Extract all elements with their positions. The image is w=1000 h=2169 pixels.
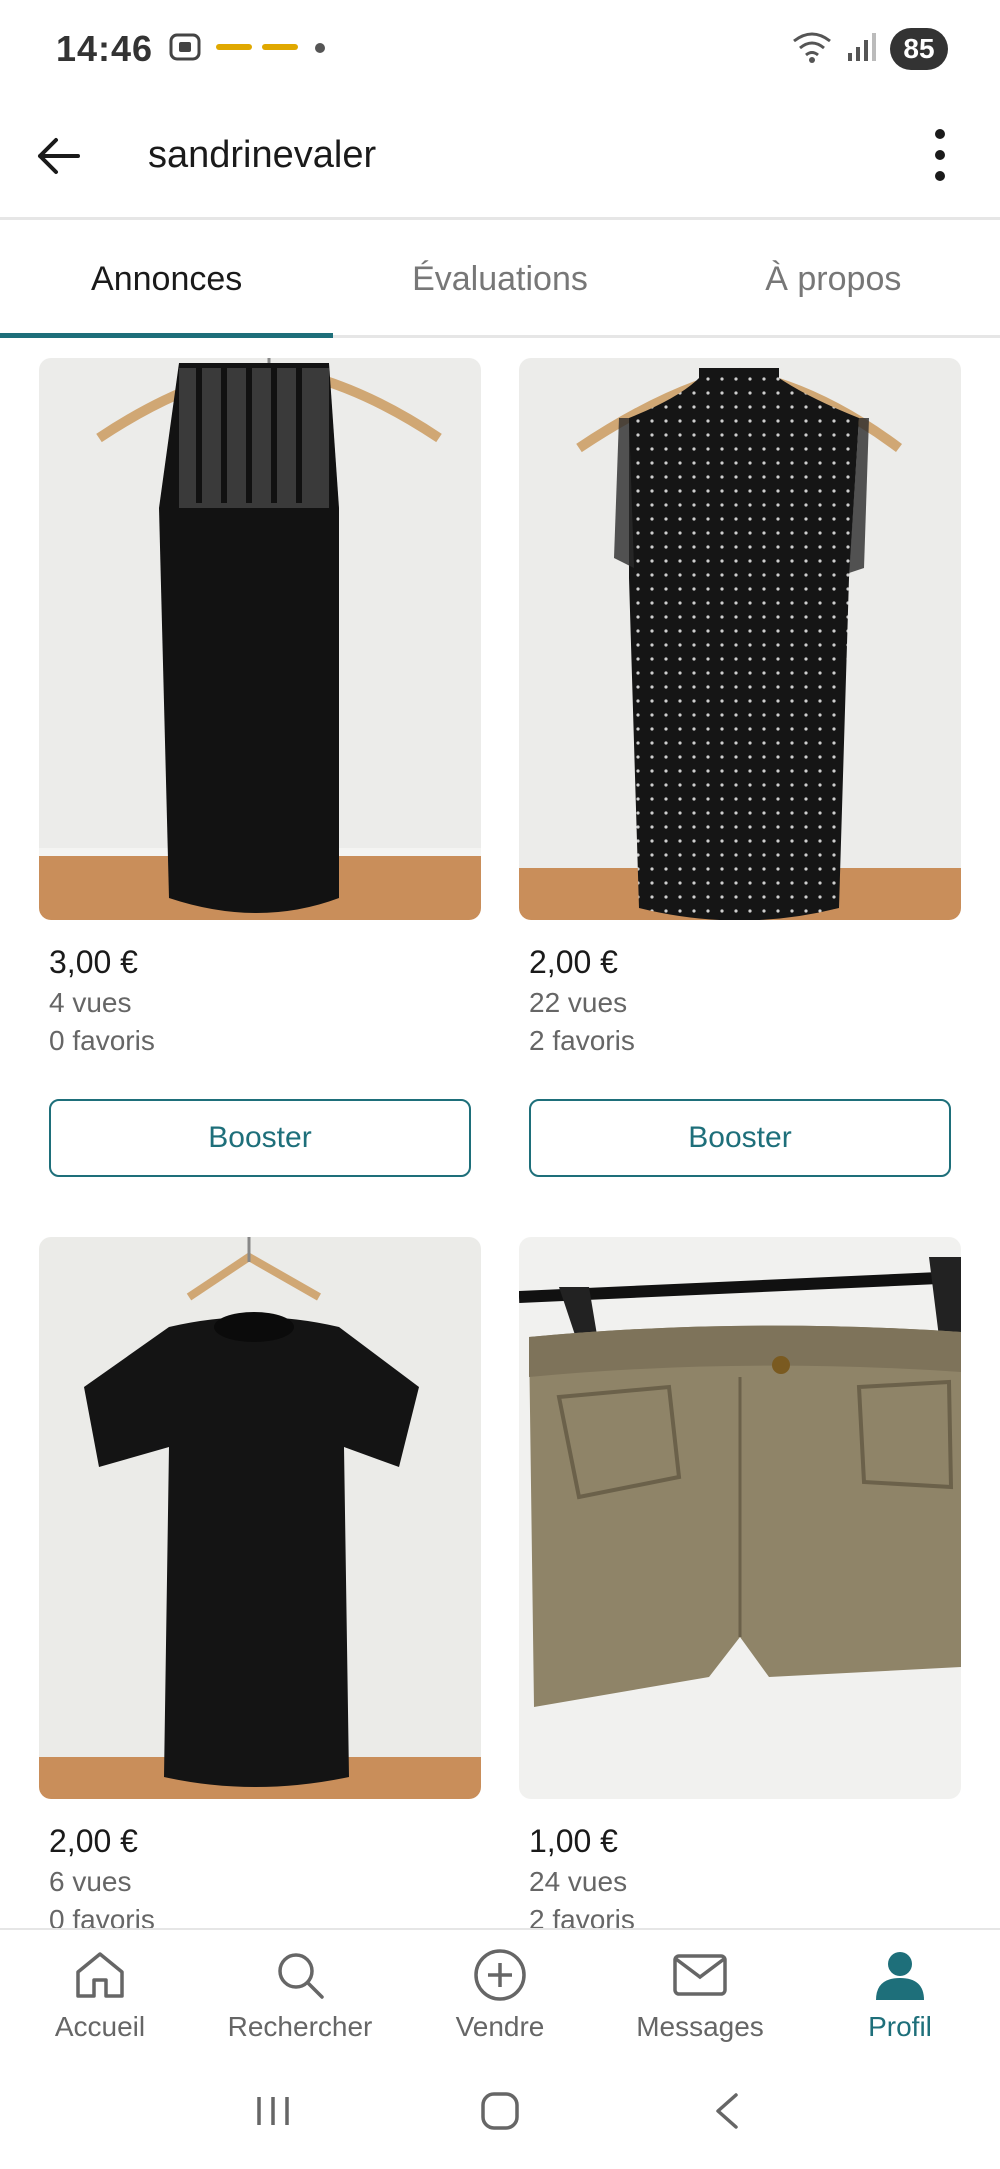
plus-circle-icon <box>470 1945 530 2005</box>
recent-apps-button[interactable] <box>238 2079 308 2149</box>
more-options-button[interactable] <box>912 122 968 192</box>
listing-price: 3,00 € <box>49 944 138 980</box>
booster-button[interactable]: Booster <box>49 1099 471 1177</box>
nav-label-messages: Messages <box>636 2011 764 2042</box>
tab-annonces[interactable]: Annonces <box>0 223 334 338</box>
tab-evaluations[interactable]: Évaluations <box>333 223 666 335</box>
top-bar: sandrinevaler <box>0 100 1000 220</box>
listing-views: 24 vues <box>529 1866 628 1897</box>
more-vertical-icon <box>934 128 946 187</box>
listing-favorites: 2 favoris <box>529 1025 635 1056</box>
listing-card[interactable]: 3,00 € 4 vues 0 favoris Booster <box>39 358 481 1177</box>
listing-favorites: 2 favoris <box>529 1904 635 1928</box>
listing-views: 6 vues <box>49 1866 132 1897</box>
nav-label-profil: Profil <box>868 2011 932 2042</box>
nav-item-rechercher[interactable]: Rechercher <box>200 1930 400 2058</box>
booster-button[interactable]: Booster <box>529 1099 951 1177</box>
back-button[interactable] <box>28 128 88 188</box>
listing-image[interactable] <box>519 358 961 920</box>
arrow-left-icon <box>34 136 82 181</box>
listing-image[interactable] <box>39 358 481 920</box>
listing-price: 2,00 € <box>49 1823 138 1859</box>
chevron-left-icon <box>712 2091 742 2136</box>
listing-image[interactable] <box>39 1237 481 1799</box>
listing-image[interactable] <box>519 1237 961 1799</box>
listing-card[interactable]: 2,00 € 6 vues 0 favoris <box>39 1237 481 1928</box>
nav-item-messages[interactable]: Messages <box>600 1930 800 2058</box>
nav-item-profil[interactable]: Profil <box>800 1930 1000 2058</box>
back-system-button[interactable] <box>692 2079 762 2149</box>
screenshot-icon <box>168 32 202 67</box>
nav-label-vendre: Vendre <box>455 2011 545 2042</box>
listing-price: 2,00 € <box>529 944 618 980</box>
status-time: 14:46 <box>56 28 154 69</box>
listing-favorites: 0 favoris <box>49 1904 155 1928</box>
bottom-nav: Accueil Rechercher Vendre Messages Profi… <box>0 1928 1000 2058</box>
nav-item-vendre[interactable]: Vendre <box>400 1930 600 2058</box>
home-system-button[interactable] <box>465 2079 535 2149</box>
dot-icon <box>314 41 326 59</box>
status-right: 85 <box>792 28 948 70</box>
home-square-icon <box>480 2091 520 2136</box>
profile-tabs: Annonces Évaluations À propos <box>0 223 1000 338</box>
listing-card[interactable]: 1,00 € 24 vues 2 favoris <box>519 1237 961 1928</box>
mail-icon <box>670 1945 730 2005</box>
notification-icons <box>216 40 300 59</box>
signal-icon <box>846 31 876 68</box>
listings-grid: 3,00 € 4 vues 0 favoris Booster 2,00 € 2… <box>0 340 1000 1928</box>
listing-views: 22 vues <box>529 987 628 1018</box>
system-nav <box>0 2058 1000 2169</box>
listing-price: 1,00 € <box>529 1823 618 1859</box>
page-title: sandrinevaler <box>148 134 377 176</box>
listing-card[interactable]: 2,00 € 22 vues 2 favoris Booster <box>519 358 961 1177</box>
nav-item-accueil[interactable]: Accueil <box>0 1930 200 2058</box>
profile-icon <box>870 1945 930 2005</box>
nav-label-accueil: Accueil <box>54 2011 146 2042</box>
listing-favorites: 0 favoris <box>49 1025 155 1056</box>
listing-views: 4 vues <box>49 987 132 1018</box>
tab-a-propos[interactable]: À propos <box>667 223 1000 335</box>
home-icon <box>70 1945 130 2005</box>
search-icon <box>270 1945 330 2005</box>
wifi-icon <box>792 31 832 68</box>
nav-label-rechercher: Rechercher <box>227 2011 373 2042</box>
status-left-icons <box>168 32 326 67</box>
status-bar: 14:46 85 <box>0 0 1000 100</box>
recent-apps-icon <box>253 2093 293 2134</box>
battery-icon: 85 <box>890 28 948 70</box>
